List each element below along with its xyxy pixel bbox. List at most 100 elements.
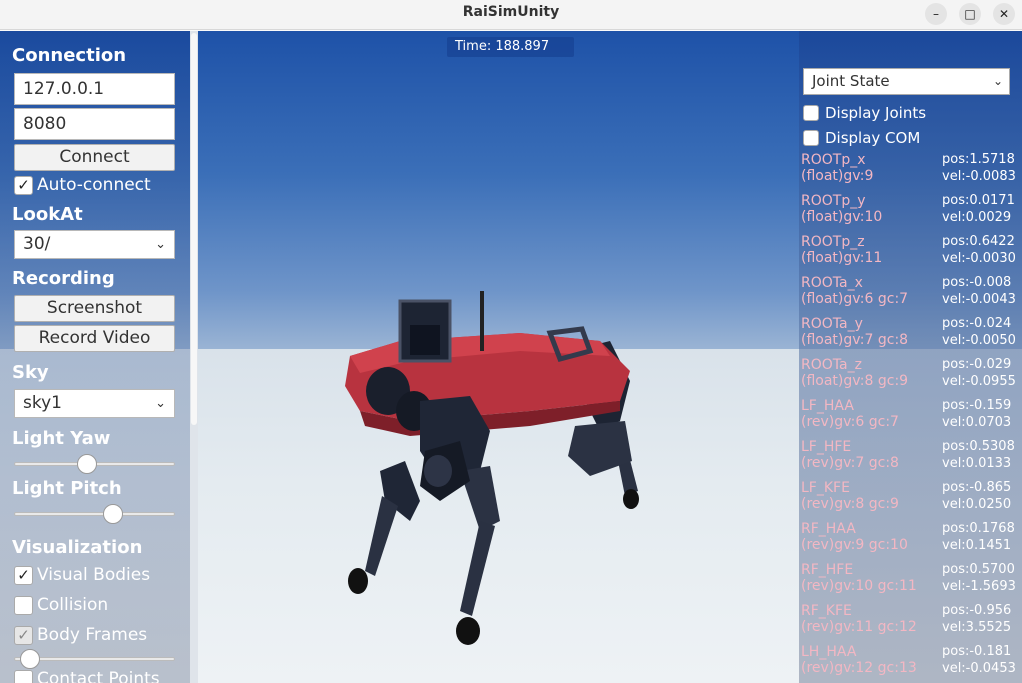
joint-type: (float)gv:11 (801, 250, 883, 266)
record-video-button[interactable]: Record Video (14, 325, 175, 352)
display-com-label: Display COM (825, 129, 921, 147)
minimize-icon[interactable]: – (925, 3, 947, 25)
light-pitch-slider[interactable] (14, 504, 175, 524)
collision-checkbox[interactable] (14, 595, 33, 615)
slider-handle[interactable] (77, 454, 97, 474)
window-title: RaiSimUnity (462, 4, 560, 20)
screenshot-button[interactable]: Screenshot (14, 295, 175, 322)
body-frames-slider[interactable] (14, 649, 175, 669)
joint-row: ROOTa_x (float)gv:6 gc:7 pos:-0.008 vel:-0.… (801, 275, 1022, 311)
visual-bodies-checkbox-row[interactable]: ✓ Visual Bodies (14, 564, 150, 586)
display-joints-checkbox-row[interactable]: Display Joints (803, 103, 926, 123)
joint-position: pos:-0.956 (942, 603, 1012, 618)
slider-handle[interactable] (103, 504, 123, 524)
joint-type: (float)gv:9 (801, 168, 874, 184)
joint-name: LH_HAA (801, 644, 857, 660)
body-frames-label: Body Frames (37, 625, 148, 645)
light-yaw-slider[interactable] (14, 454, 175, 474)
joint-name: ROOTa_z (801, 357, 862, 373)
body-frames-checkbox[interactable]: ✓ (14, 625, 33, 645)
chevron-down-icon: ⌄ (155, 396, 166, 411)
joint-state-selected: Joint State (812, 72, 890, 90)
lookat-select[interactable]: 30/ ⌄ (14, 230, 175, 259)
collision-checkbox-row[interactable]: Collision (14, 594, 108, 616)
display-com-checkbox-row[interactable]: Display COM (803, 128, 920, 148)
contact-points-checkbox[interactable] (14, 669, 33, 683)
joint-velocity: vel:0.1451 (942, 538, 1012, 553)
joint-type: (float)gv:7 gc:8 (801, 332, 909, 348)
sky-select[interactable]: sky1 ⌄ (14, 389, 175, 418)
joint-position: pos:-0.008 (942, 275, 1012, 290)
left-control-panel: Connection 127.0.0.1 8080 Connect ✓ Auto… (0, 31, 190, 683)
slider-track (14, 512, 175, 516)
joint-velocity: vel:-0.0050 (942, 333, 1016, 348)
body-frames-checkbox-row[interactable]: ✓ Body Frames (14, 624, 147, 646)
auto-connect-checkbox[interactable]: ✓ (14, 175, 33, 195)
joint-name: RF_HFE (801, 562, 854, 578)
address-input[interactable]: 127.0.0.1 (14, 73, 175, 105)
joint-type: (rev)gv:7 gc:8 (801, 455, 899, 471)
joint-position: pos:0.5700 (942, 562, 1015, 577)
joint-velocity: vel:-0.0083 (942, 169, 1016, 184)
quadruped-robot-model[interactable] (320, 261, 660, 661)
title-bar: RaiSimUnity – □ ✕ (0, 0, 1022, 30)
joint-name: RF_HAA (801, 521, 856, 537)
joint-row: ROOTp_x (float)gv:9 pos:1.5718 vel:-0.0083 (801, 152, 1022, 188)
joint-name: ROOTp_x (801, 152, 866, 168)
auto-connect-checkbox-row[interactable]: ✓ Auto-connect (14, 174, 151, 196)
joint-type: (float)gv:10 (801, 209, 883, 225)
chevron-down-icon: ⌄ (155, 237, 166, 252)
display-com-checkbox[interactable] (803, 130, 819, 146)
joint-velocity: vel:-0.0955 (942, 374, 1016, 389)
display-joints-checkbox[interactable] (803, 105, 819, 121)
joint-row: LF_KFE (rev)gv:8 gc:9 pos:-0.865 vel:0.0250 (801, 480, 1022, 516)
connection-title: Connection (12, 45, 127, 66)
visualization-title: Visualization (12, 537, 143, 558)
joint-velocity: vel:0.0250 (942, 497, 1012, 512)
joint-row: ROOTa_z (float)gv:8 gc:9 pos:-0.029 vel:-0.… (801, 357, 1022, 393)
joint-name: ROOTp_z (801, 234, 865, 250)
left-panel-scrollbar[interactable] (190, 31, 198, 683)
contact-points-checkbox-row[interactable]: Contact Points (14, 668, 160, 683)
joint-row: RF_KFE (rev)gv:11 gc:12 pos:-0.956 vel:3.55… (801, 603, 1022, 639)
sky-selected: sky1 (23, 393, 62, 413)
joint-type: (rev)gv:8 gc:9 (801, 496, 899, 512)
joint-row: LF_HFE (rev)gv:7 gc:8 pos:0.5308 vel:0.0133 (801, 439, 1022, 475)
port-input[interactable]: 8080 (14, 108, 175, 140)
time-label: Time: 188.897 (447, 37, 574, 57)
joint-type: (rev)gv:10 gc:11 (801, 578, 917, 594)
joint-position: pos:0.0171 (942, 193, 1015, 208)
joint-position: pos:1.5718 (942, 152, 1015, 167)
contact-points-label: Contact Points (37, 669, 160, 683)
joint-name: LF_HFE (801, 439, 852, 455)
joint-velocity: vel:-0.0453 (942, 661, 1016, 676)
auto-connect-label: Auto-connect (37, 175, 151, 195)
joint-state-select[interactable]: Joint State ⌄ (803, 68, 1010, 95)
joint-velocity: vel:3.5525 (942, 620, 1012, 635)
scrollbar-thumb[interactable] (191, 33, 197, 425)
slider-handle[interactable] (20, 649, 40, 669)
display-joints-label: Display Joints (825, 104, 927, 122)
connect-button[interactable]: Connect (14, 144, 175, 171)
visual-bodies-checkbox[interactable]: ✓ (14, 565, 33, 585)
recording-title: Recording (12, 268, 115, 289)
maximize-icon[interactable]: □ (959, 3, 981, 25)
joint-velocity: vel:-0.0030 (942, 251, 1016, 266)
joint-row: RF_HFE (rev)gv:10 gc:11 pos:0.5700 vel:-1.5… (801, 562, 1022, 598)
joint-position: pos:0.1768 (942, 521, 1015, 536)
right-joint-panel: Joint State ⌄ Display Joints Display COM… (799, 31, 1022, 683)
joint-type: (rev)gv:6 gc:7 (801, 414, 899, 430)
joint-velocity: vel:-1.5693 (942, 579, 1016, 594)
joint-velocity: vel:0.0133 (942, 456, 1012, 471)
joint-type: (float)gv:8 gc:9 (801, 373, 909, 389)
joint-velocity: vel:0.0029 (942, 210, 1012, 225)
joint-name: ROOTp_y (801, 193, 866, 209)
visual-bodies-label: Visual Bodies (37, 565, 151, 585)
joint-position: pos:-0.029 (942, 357, 1012, 372)
collision-label: Collision (37, 595, 109, 615)
joint-type: (rev)gv:11 gc:12 (801, 619, 917, 635)
joint-velocity: vel:-0.0043 (942, 292, 1016, 307)
joint-velocity: vel:0.0703 (942, 415, 1012, 430)
close-icon[interactable]: ✕ (993, 3, 1015, 25)
joint-position: pos:-0.159 (942, 398, 1012, 413)
